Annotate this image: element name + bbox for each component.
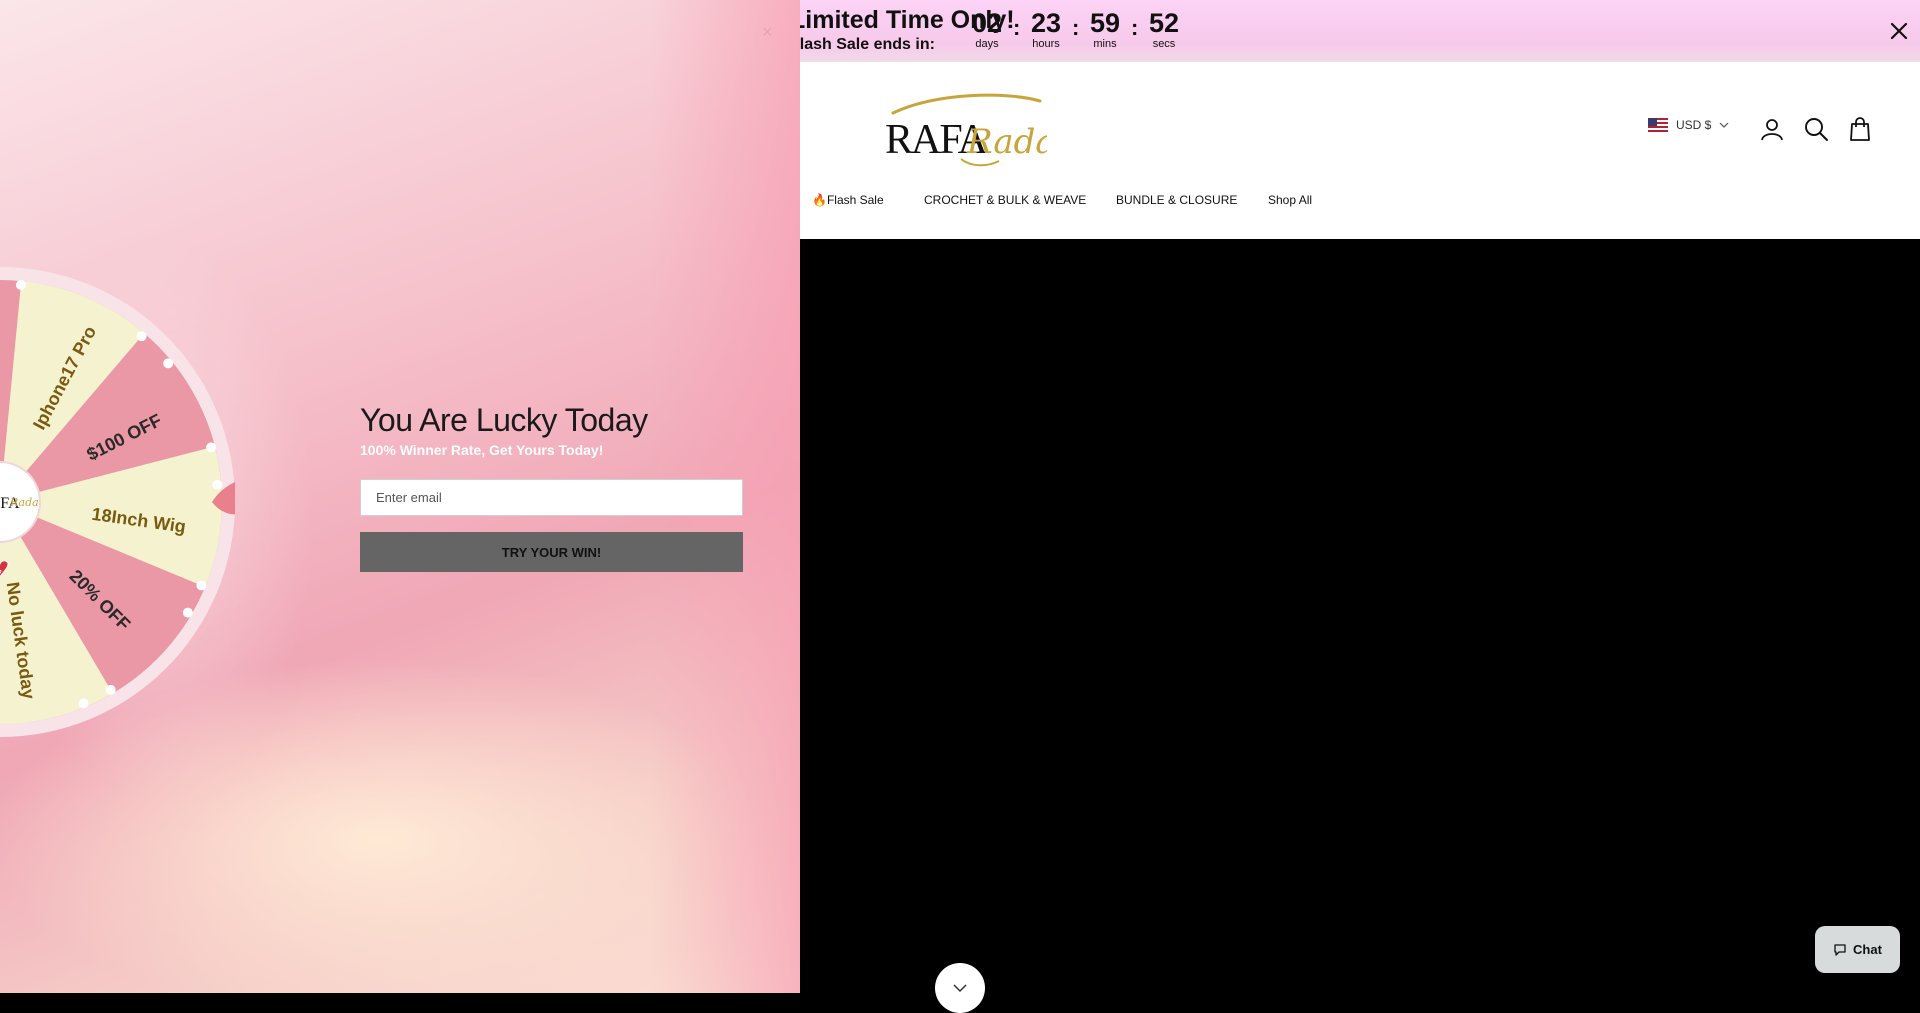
countdown-separator: : [1013,15,1021,40]
chevron-down-icon [1719,122,1729,128]
cart-icon[interactable] [1847,116,1873,142]
scroll-down-button[interactable] [935,963,985,1013]
countdown-mins: 59 mins [1080,8,1130,50]
countdown-mins-value: 59 [1089,8,1121,38]
site-logo[interactable]: RAFA Rada [875,91,1056,169]
try-your-win-button[interactable]: TRY YOUR WIN! [360,532,743,572]
countdown-hours: 23 hours [1021,8,1071,50]
wheel-dot [136,331,147,342]
logo-script-text: Rada [966,122,1047,162]
wheel-dot [105,684,116,695]
prize-wheel[interactable]: Iphone17 Pro $100 OFF 18Inch Wig 20% OFF No … [0,267,270,737]
popup-subtitle: 100% Winner Rate, Get Yours Today! [360,442,604,458]
countdown-hours-label: hours [1032,38,1060,50]
spin-wheel-popup: × Iphone17 Pro $100 OFF 18Inch Wig 20% OFF N… [0,0,800,993]
currency-label: USD $ [1676,118,1712,132]
countdown-days-value: 02 [971,8,1003,38]
wheel-dot [206,442,217,453]
chat-button[interactable]: Chat [1815,926,1900,973]
countdown-days: 02 days [962,8,1012,50]
wheel-dot [78,698,89,709]
countdown-secs: 52 secs [1139,8,1189,50]
nav-item-shop-all[interactable]: Shop All [1268,193,1312,207]
wheel-dot [15,280,26,291]
chevron-down-icon [953,984,967,993]
countdown-separator: : [1131,15,1139,40]
chat-label: Chat [1853,942,1882,957]
announcement-subline: Flash Sale ends in: [790,36,935,53]
us-flag-icon [1648,118,1668,132]
wheel-dot [182,607,193,618]
wheel-center-logo-script: Rada [9,496,39,509]
wheel-dot [212,479,223,490]
countdown-hours-value: 23 [1030,8,1062,38]
nav-item-crochet-bulk-weave[interactable]: CROCHET & BULK & WEAVE [924,193,1086,207]
popup-title: You Are Lucky Today [360,402,648,438]
currency-selector[interactable]: USD $ [1648,118,1729,132]
countdown-secs-value: 52 [1148,8,1180,38]
countdown-separator: : [1072,15,1080,40]
countdown-secs-label: secs [1152,38,1176,50]
nav-item-bundle-closure[interactable]: BUNDLE & CLOSURE [1116,193,1237,207]
countdown-mins-label: mins [1093,38,1117,50]
wheel-dot [196,580,207,591]
wheel-dot [163,358,174,369]
search-icon[interactable] [1803,116,1829,142]
nav-item-flash-sale[interactable]: 🔥Flash Sale [812,193,884,207]
chat-bubble-icon [1834,943,1846,956]
email-input[interactable] [360,479,743,516]
account-icon[interactable] [1759,116,1785,142]
countdown-days-label: days [975,38,999,50]
close-icon[interactable] [1886,18,1912,44]
popup-close-button[interactable]: × [762,22,773,43]
